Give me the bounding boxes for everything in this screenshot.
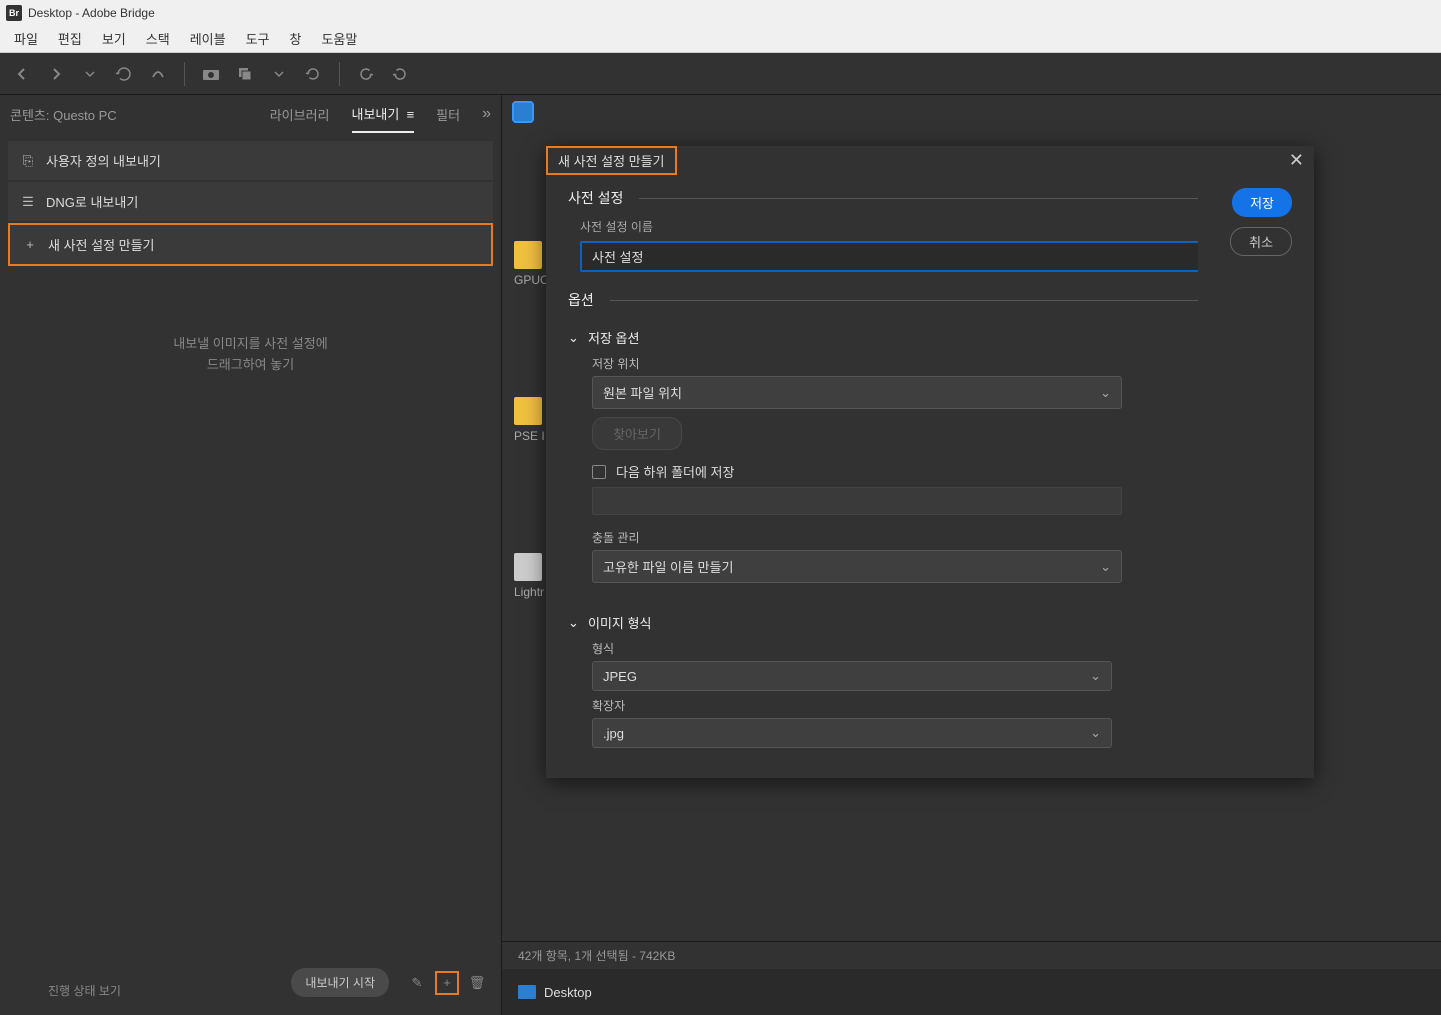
plus-icon: + bbox=[22, 237, 38, 252]
format-select[interactable]: JPEG ⌄ bbox=[592, 661, 1112, 691]
preset-label: 사용자 정의 내보내기 bbox=[46, 151, 161, 170]
preset-label: 새 사전 설정 만들기 bbox=[48, 235, 155, 254]
add-preset-icon[interactable]: + bbox=[435, 971, 459, 995]
nav-forward-icon[interactable] bbox=[42, 60, 70, 88]
history-icon[interactable] bbox=[110, 60, 138, 88]
chevron-down-icon: ⌄ bbox=[568, 330, 580, 346]
menu-window[interactable]: 창 bbox=[282, 27, 310, 50]
refresh-icon[interactable] bbox=[299, 60, 327, 88]
tab-filter[interactable]: 필터 bbox=[436, 97, 460, 132]
tab-library[interactable]: 라이브러리 bbox=[270, 97, 330, 132]
list-icon: ☰ bbox=[20, 194, 36, 210]
subfolder-checkbox[interactable]: 다음 하위 폴더에 저장 bbox=[592, 462, 1188, 481]
panel-tabs: 콘텐츠: Questo PC 라이브러리 내보내기 ≡ 필터 » bbox=[0, 95, 501, 133]
window-title: Desktop - Adobe Bridge bbox=[28, 6, 155, 20]
preset-name-label: 사전 설정 이름 bbox=[580, 218, 1198, 235]
chevron-down-icon: ⌄ bbox=[1100, 385, 1111, 401]
start-export-button[interactable]: 내보내기 시작 bbox=[291, 968, 389, 997]
separator bbox=[184, 62, 185, 86]
edit-icon[interactable]: ✎ bbox=[405, 971, 429, 995]
save-button[interactable]: 저장 bbox=[1232, 188, 1292, 217]
checkbox-icon bbox=[592, 465, 606, 479]
section-options: 옵션 bbox=[568, 290, 1198, 310]
preset-name-input[interactable] bbox=[580, 241, 1198, 272]
ext-label: 확장자 bbox=[592, 697, 1188, 714]
thumbnail[interactable] bbox=[514, 241, 542, 269]
delete-icon[interactable]: 🗑 bbox=[465, 971, 489, 995]
chevron-down-icon[interactable] bbox=[265, 60, 293, 88]
thumbnail[interactable] bbox=[514, 397, 542, 425]
camera-icon[interactable] bbox=[197, 60, 225, 88]
contents-label: 콘텐츠: Questo PC bbox=[10, 105, 117, 124]
menu-view[interactable]: 보기 bbox=[94, 27, 134, 50]
menu-help[interactable]: 도움말 bbox=[313, 27, 365, 50]
tab-overflow-icon[interactable]: » bbox=[482, 105, 491, 123]
save-location-label: 저장 위치 bbox=[592, 355, 1188, 372]
titlebar: Br Desktop - Adobe Bridge bbox=[0, 0, 1441, 25]
group-save-options[interactable]: ⌄ 저장 옵션 bbox=[568, 328, 1188, 347]
menu-file[interactable]: 파일 bbox=[6, 27, 46, 50]
folder-icon bbox=[518, 985, 536, 999]
preset-custom-export[interactable]: ⎘ 사용자 정의 내보내기 bbox=[8, 141, 493, 180]
conflict-select[interactable]: 고유한 파일 이름 만들기 ⌄ bbox=[592, 550, 1122, 583]
dialog-titlebar: 새 사전 설정 만들기 ✕ bbox=[546, 146, 1314, 174]
dialog-side: 저장 취소 bbox=[1212, 188, 1292, 778]
tab-export[interactable]: 내보내기 ≡ bbox=[352, 96, 415, 133]
new-preset-dialog: 새 사전 설정 만들기 ✕ 사전 설정 사전 설정 이름 옵션 ⌄ 저장 옵션 bbox=[546, 146, 1314, 778]
pathbar[interactable]: Desktop bbox=[502, 969, 1441, 1015]
menu-tool[interactable]: 도구 bbox=[238, 27, 278, 50]
progress-label[interactable]: 진행 상태 보기 bbox=[48, 982, 121, 999]
dialog-main: 사전 설정 사전 설정 이름 옵션 ⌄ 저장 옵션 저장 위치 원본 파일 위치 bbox=[568, 188, 1198, 778]
nav-back-icon[interactable] bbox=[8, 60, 36, 88]
save-location-select[interactable]: 원본 파일 위치 ⌄ bbox=[592, 376, 1122, 409]
drag-drop-hint: 내보낼 이미지를 사전 설정에 드래그하여 놓기 bbox=[0, 334, 501, 376]
export-preset-list: ⎘ 사용자 정의 내보내기 ☰ DNG로 내보내기 + 새 사전 설정 만들기 bbox=[0, 133, 501, 276]
browse-button: 찾아보기 bbox=[592, 417, 682, 450]
menu-edit[interactable]: 편집 bbox=[50, 27, 90, 50]
boomerang-icon[interactable] bbox=[144, 60, 172, 88]
group-image-format[interactable]: ⌄ 이미지 형식 bbox=[568, 613, 1188, 632]
conflict-label: 충돌 관리 bbox=[592, 529, 1188, 546]
subfolder-input bbox=[592, 487, 1122, 515]
format-label: 형식 bbox=[592, 640, 1188, 657]
rotate-cw-icon[interactable] bbox=[386, 60, 414, 88]
menubar: 파일 편집 보기 스택 레이블 도구 창 도움말 bbox=[0, 25, 1441, 53]
close-icon[interactable]: ✕ bbox=[1289, 150, 1304, 171]
path-segment[interactable]: Desktop bbox=[544, 985, 592, 1000]
thumbnail[interactable] bbox=[514, 553, 542, 581]
rotate-ccw-icon[interactable] bbox=[352, 60, 380, 88]
section-preset: 사전 설정 bbox=[568, 188, 1198, 208]
app-icon: Br bbox=[6, 5, 22, 21]
chevron-down-icon[interactable] bbox=[76, 60, 104, 88]
thumbnail[interactable] bbox=[514, 103, 532, 121]
dialog-title: 새 사전 설정 만들기 bbox=[546, 146, 677, 175]
chevron-down-icon: ⌄ bbox=[1090, 725, 1101, 741]
ext-select[interactable]: .jpg ⌄ bbox=[592, 718, 1112, 748]
options-scroll[interactable]: ⌄ 저장 옵션 저장 위치 원본 파일 위치 ⌄ 찾아보기 다음 하위 폴더에 … bbox=[568, 324, 1198, 764]
separator bbox=[339, 62, 340, 86]
chevron-down-icon: ⌄ bbox=[1100, 559, 1111, 575]
menu-label[interactable]: 레이블 bbox=[182, 27, 234, 50]
preset-label: DNG로 내보내기 bbox=[46, 192, 138, 211]
chevron-down-icon: ⌄ bbox=[1090, 668, 1101, 684]
export-icon: ⎘ bbox=[20, 153, 36, 169]
cancel-button[interactable]: 취소 bbox=[1230, 227, 1292, 256]
preset-dng-export[interactable]: ☰ DNG로 내보내기 bbox=[8, 182, 493, 221]
copy-icon[interactable] bbox=[231, 60, 259, 88]
toolbar bbox=[0, 53, 1441, 95]
preset-new[interactable]: + 새 사전 설정 만들기 bbox=[8, 223, 493, 266]
workspace: 콘텐츠: Questo PC 라이브러리 내보내기 ≡ 필터 » ⎘ 사용자 정… bbox=[0, 95, 1441, 1015]
chevron-down-icon: ⌄ bbox=[568, 615, 580, 631]
menu-stack[interactable]: 스택 bbox=[138, 27, 178, 50]
statusbar: 42개 항목, 1개 선택됨 - 742KB bbox=[502, 941, 1441, 969]
left-panel: 콘텐츠: Questo PC 라이브러리 내보내기 ≡ 필터 » ⎘ 사용자 정… bbox=[0, 95, 502, 1015]
status-text: 42개 항목, 1개 선택됨 - 742KB bbox=[518, 947, 675, 964]
